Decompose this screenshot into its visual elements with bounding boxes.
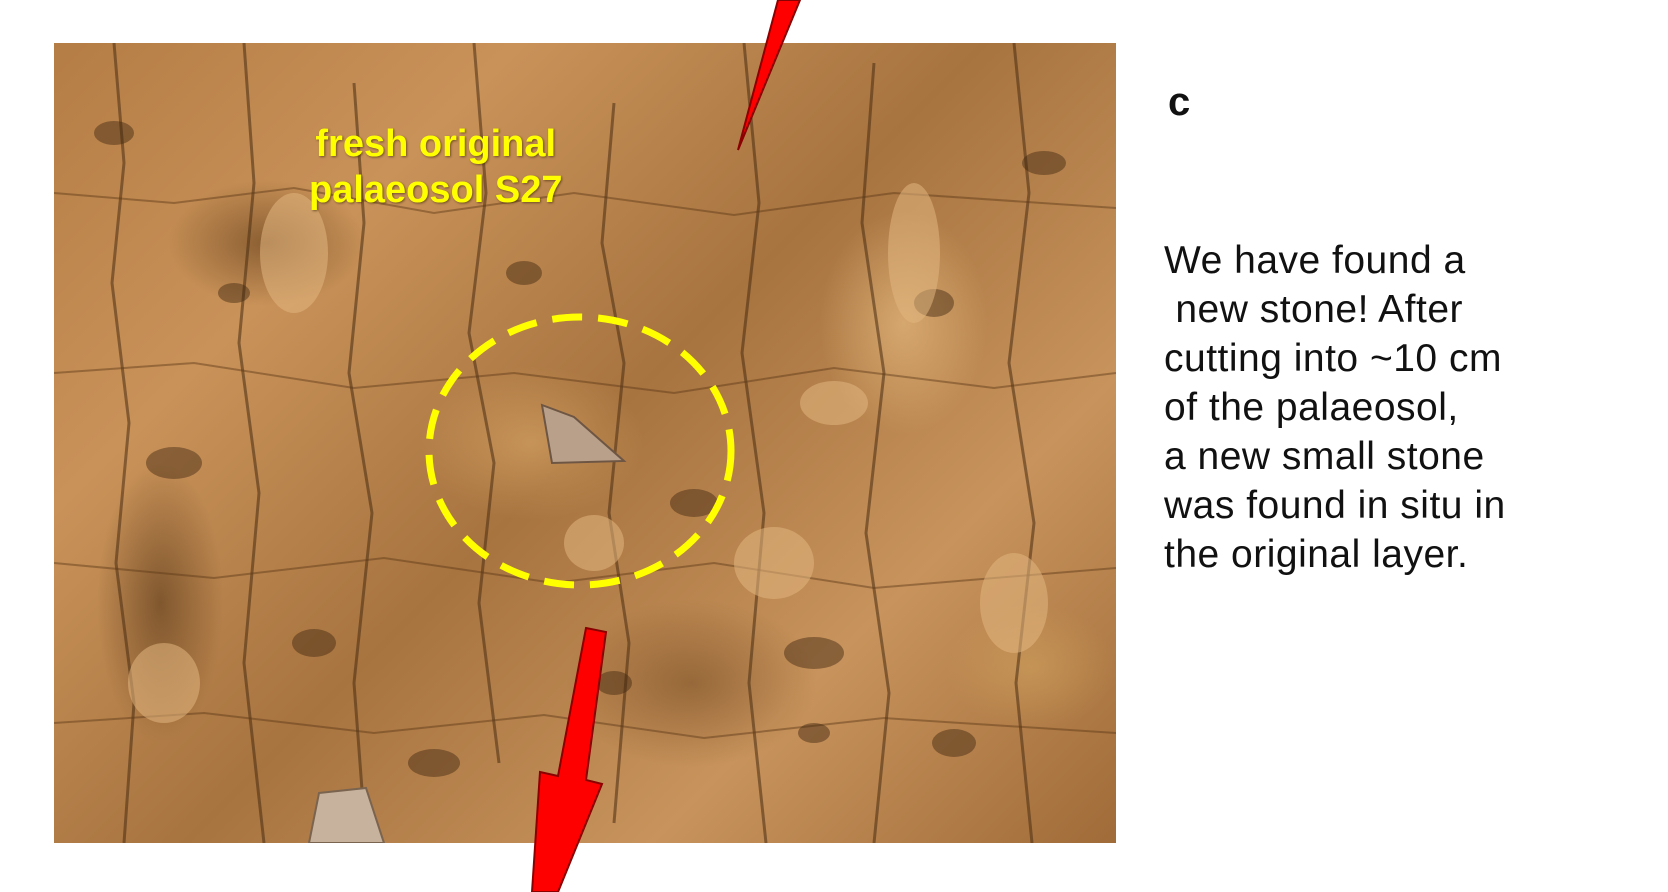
- caption-line: new stone! After: [1164, 288, 1464, 331]
- label-line-1: fresh original: [315, 123, 557, 165]
- soil-texture: [54, 43, 1116, 843]
- label-line-2: palaeosol S27: [309, 169, 563, 211]
- caption-text: We have found a new stone! After cutting…: [1164, 236, 1644, 579]
- soil-profile-photo: fresh original palaeosol S27: [54, 43, 1116, 843]
- stone-fragment: [540, 403, 627, 465]
- panel-letter: c: [1168, 80, 1191, 124]
- caption-line: We have found a: [1164, 239, 1466, 282]
- photo-annotation-label: fresh original palaeosol S27: [309, 121, 562, 213]
- figure-panel: fresh original palaeosol S27 c We have f…: [0, 0, 1668, 892]
- caption-line: a new small stone: [1164, 435, 1485, 478]
- stone-fragment-lower: [307, 786, 386, 843]
- caption-line: the original layer.: [1164, 533, 1469, 576]
- caption-line: cutting into ~10 cm: [1164, 337, 1502, 380]
- caption-line: of the palaeosol,: [1164, 386, 1459, 429]
- caption-line: was found in situ in: [1164, 484, 1506, 527]
